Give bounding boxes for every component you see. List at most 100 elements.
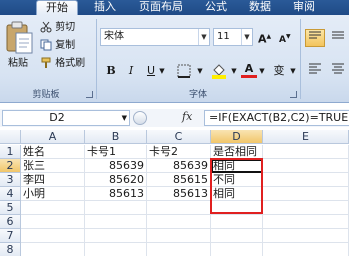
tab-data[interactable]: 数据: [244, 0, 276, 15]
cell-c4[interactable]: 85613: [147, 187, 211, 201]
font-name-select[interactable]: 宋体 ▼: [100, 28, 210, 46]
cell-e3[interactable]: [263, 173, 349, 187]
cell-d8[interactable]: [211, 243, 263, 256]
align-left-button[interactable]: [305, 62, 325, 80]
cell-d7[interactable]: [211, 229, 263, 243]
column-header-a[interactable]: A: [21, 130, 85, 144]
cell-d5[interactable]: [211, 201, 263, 215]
tab-formulas[interactable]: 公式: [200, 0, 232, 15]
cell-a3[interactable]: 李四: [21, 173, 85, 187]
tab-home[interactable]: 开始: [36, 0, 78, 15]
borders-button[interactable]: [173, 62, 195, 80]
cell-e1[interactable]: [263, 145, 349, 159]
cell-c8[interactable]: [147, 243, 211, 256]
ribbon: 粘贴 剪切 复制 格式刷 剪贴板 宋体 ▼ 11 ▼ A▲ A▼ B I U ▼…: [0, 15, 349, 103]
group-divider: [96, 19, 97, 99]
cut-button[interactable]: 剪切: [40, 21, 92, 35]
phonetic-button[interactable]: 变: [270, 62, 288, 80]
cell-a8[interactable]: [21, 243, 85, 256]
font-size-select[interactable]: 11 ▼: [213, 28, 253, 46]
cell-b3[interactable]: 85620: [85, 173, 147, 187]
cell-e6[interactable]: [263, 215, 349, 229]
bold-button[interactable]: B: [104, 62, 118, 80]
cell-b2[interactable]: 85639: [85, 159, 147, 173]
formula-input[interactable]: =IF(EXACT(B2,C2)=TRUE: [204, 110, 349, 126]
cell-c6[interactable]: [147, 215, 211, 229]
row-header-7[interactable]: 7: [0, 229, 21, 243]
tab-insert[interactable]: 插入: [88, 0, 122, 15]
row-header-2[interactable]: 2: [0, 159, 21, 173]
font-size-value: 11: [217, 31, 230, 42]
cell-e5[interactable]: [263, 201, 349, 215]
tab-review[interactable]: 审阅: [288, 0, 320, 15]
cell-d3[interactable]: 不同: [211, 173, 263, 187]
clipboard-launcher-icon[interactable]: [86, 91, 93, 98]
cell-a6[interactable]: [21, 215, 85, 229]
cell-b6[interactable]: [85, 215, 147, 229]
chevron-down-icon[interactable]: ▼: [158, 62, 166, 80]
paste-button[interactable]: 粘贴: [2, 17, 38, 81]
font-color-icon: A: [244, 62, 254, 75]
cell-d6[interactable]: [211, 215, 263, 229]
formula-bar-expand-icon[interactable]: [133, 111, 147, 125]
column-header-e[interactable]: E: [263, 130, 349, 144]
cell-e8[interactable]: [263, 243, 349, 256]
cell-a7[interactable]: [21, 229, 85, 243]
cell-b4[interactable]: 85613: [85, 187, 147, 201]
cell-a1[interactable]: 姓名: [21, 145, 85, 159]
align-middle-button[interactable]: [328, 29, 348, 47]
tab-page-layout[interactable]: 页面布局: [134, 0, 188, 15]
shrink-font-button[interactable]: A▼: [279, 30, 297, 47]
align-middle-icon: [332, 31, 344, 39]
column-header-c[interactable]: C: [147, 130, 211, 144]
grow-font-button[interactable]: A▲: [258, 30, 276, 47]
font-group-label: 字体: [188, 90, 207, 100]
cell-b7[interactable]: [85, 229, 147, 243]
align-top-icon: [309, 31, 321, 39]
column-header-d[interactable]: D: [211, 130, 263, 144]
cell-c1[interactable]: 卡号2: [147, 145, 211, 159]
cell-e7[interactable]: [263, 229, 349, 243]
fill-color-button[interactable]: [208, 62, 230, 80]
chevron-down-icon[interactable]: ▼: [230, 62, 238, 80]
row-header-8[interactable]: 8: [0, 243, 21, 256]
align-top-button[interactable]: [305, 29, 325, 47]
cell-d4[interactable]: 相同: [211, 187, 263, 201]
cell-c2[interactable]: 85639: [147, 159, 211, 173]
italic-button[interactable]: I: [124, 62, 138, 80]
font-launcher-icon[interactable]: [290, 91, 297, 98]
cell-c5[interactable]: [147, 201, 211, 215]
select-all-corner[interactable]: [0, 130, 21, 144]
cell-e4[interactable]: [263, 187, 349, 201]
cell-e2[interactable]: [263, 159, 349, 173]
name-box[interactable]: D2 ▼: [2, 110, 130, 126]
cell-a2[interactable]: 张三: [21, 159, 85, 173]
chevron-down-icon[interactable]: ▼: [258, 62, 266, 80]
row-header-5[interactable]: 5: [0, 201, 21, 215]
cell-d1[interactable]: 是否相同: [211, 145, 263, 159]
format-painter-button[interactable]: 格式刷: [40, 57, 92, 71]
cell-c3[interactable]: 85615: [147, 173, 211, 187]
chevron-down-icon[interactable]: ▼: [289, 62, 297, 80]
underline-button[interactable]: U: [144, 62, 158, 80]
column-header-b[interactable]: B: [85, 130, 147, 144]
row-header-4[interactable]: 4: [0, 187, 21, 201]
align-center-button[interactable]: [328, 62, 348, 80]
cell-b5[interactable]: [85, 201, 147, 215]
formula-bar: D2 ▼ fx =IF(EXACT(B2,C2)=TRUE: [0, 109, 349, 127]
copy-button[interactable]: 复制: [40, 39, 92, 53]
row-header-1[interactable]: 1: [0, 145, 21, 159]
chevron-down-icon[interactable]: ▼: [196, 62, 204, 80]
font-color-button[interactable]: A: [241, 62, 257, 80]
insert-function-icon[interactable]: fx: [182, 110, 192, 123]
cell-d2[interactable]: 相同: [211, 159, 263, 173]
row-header-6[interactable]: 6: [0, 215, 21, 229]
cell-a4[interactable]: 小明: [21, 187, 85, 201]
chevron-down-icon[interactable]: ▼: [122, 111, 127, 125]
cell-b8[interactable]: [85, 243, 147, 256]
cell-b1[interactable]: 卡号1: [85, 145, 147, 159]
row-header-3[interactable]: 3: [0, 173, 21, 187]
cell-a5[interactable]: [21, 201, 85, 215]
cell-c7[interactable]: [147, 229, 211, 243]
clipboard-group-label: 剪贴板: [32, 90, 60, 100]
